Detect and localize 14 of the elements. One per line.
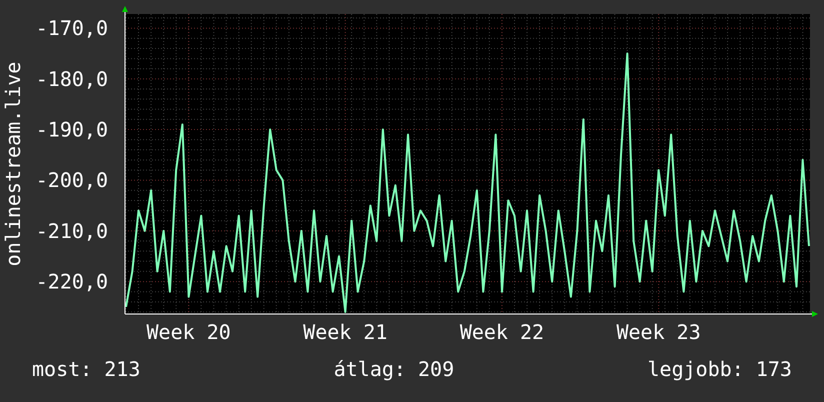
axis-tick-label: -200,0 [36,168,108,192]
axis-tick-label: -170,0 [36,16,108,40]
axis-tick-label: -220,0 [36,270,108,294]
stat-text: legjobb: 173 [647,359,792,379]
axis-tick-label: -210,0 [36,218,108,243]
axis-tick-label: Week 22 [460,320,544,344]
axis-title: onlinestream.live [1,62,25,266]
axis-tick-label: Week 20 [146,320,231,344]
axis-tick-label: Week 21 [303,320,388,344]
axis-tick-label: Week 23 [616,320,701,344]
axis-tick-label: -180,0 [36,66,108,91]
stat-text: most: 213 [32,359,140,379]
stat-text: átlag: 209 [334,359,454,379]
axis-tick-label: -190,0 [36,118,108,142]
